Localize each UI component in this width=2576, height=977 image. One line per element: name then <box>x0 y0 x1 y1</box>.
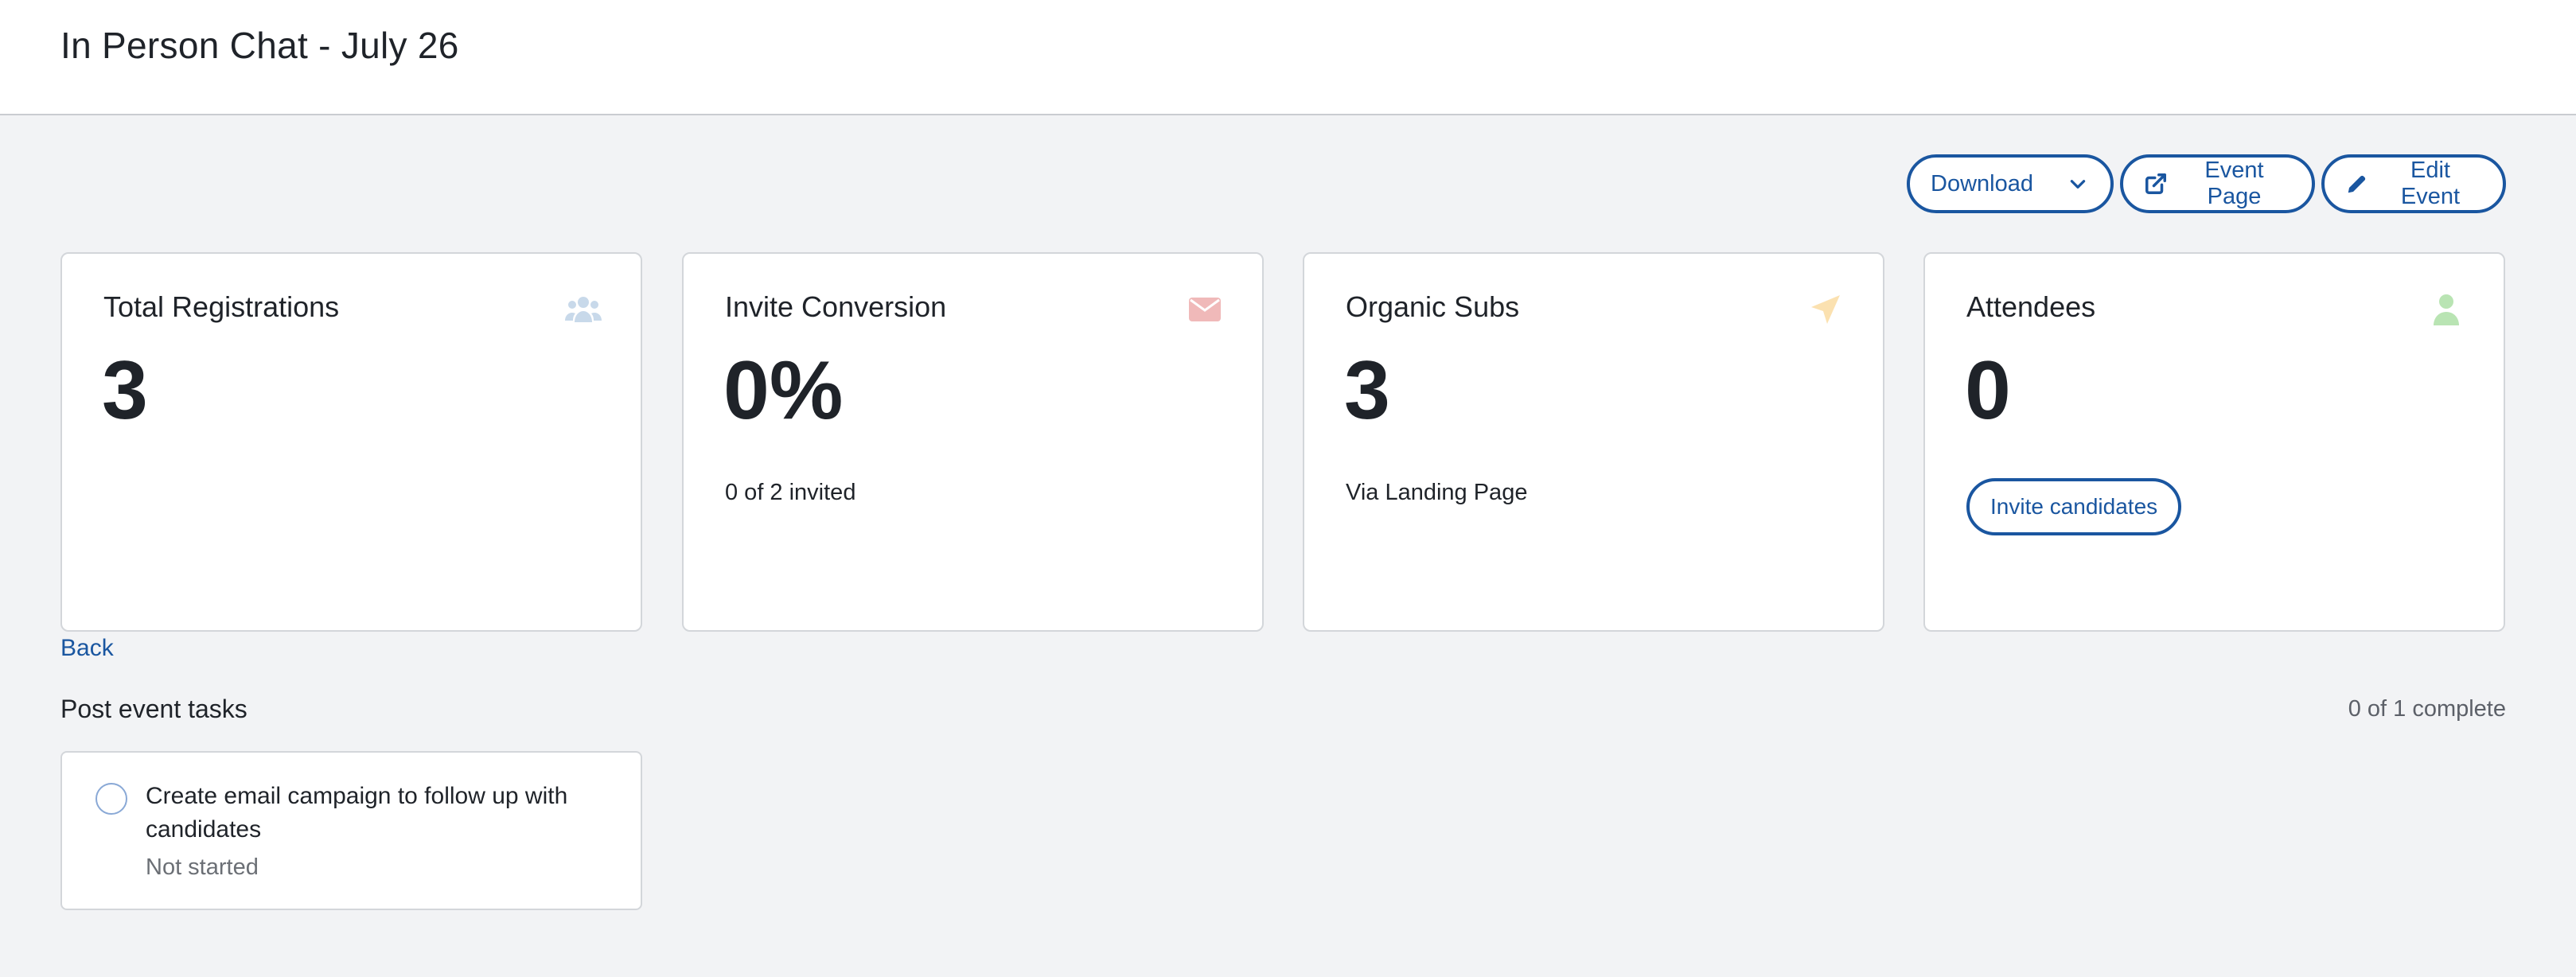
tasks-completion-count: 0 of 1 complete <box>2348 696 2506 722</box>
card-value: 0 <box>1965 344 2011 437</box>
paper-plane-icon <box>1806 290 1845 329</box>
card-value: 0% <box>723 344 844 437</box>
card-value: 3 <box>1344 344 1390 437</box>
task-complete-radio[interactable] <box>95 783 127 815</box>
edit-event-button-label: Edit Event <box>2400 158 2461 209</box>
users-icon <box>564 290 602 329</box>
organic-subs-card: Organic Subs 3 Via Landing Page <box>1303 252 1884 632</box>
invite-candidates-button[interactable]: Invite candidates <box>1966 478 2182 535</box>
edit-event-button[interactable]: Edit Event <box>2321 154 2506 213</box>
attendees-card: Attendees 0 Invite candidates <box>1923 252 2505 632</box>
event-toolbar: Download Event Page Edit Event <box>1907 154 2506 213</box>
page-title: In Person Chat - July 26 <box>60 25 459 66</box>
user-icon <box>2427 290 2465 329</box>
back-link[interactable]: Back <box>60 635 114 662</box>
card-title: Invite Conversion <box>725 290 947 323</box>
download-button-label: Download <box>1931 170 2033 197</box>
card-title: Organic Subs <box>1346 290 1520 323</box>
download-button[interactable]: Download <box>1907 154 2114 213</box>
task-title: Create email campaign to follow up with … <box>146 783 568 843</box>
tasks-heading: Post event tasks <box>60 695 247 723</box>
event-page-button[interactable]: Event Page <box>2120 154 2315 213</box>
task-status: Not started <box>146 854 259 880</box>
page-header: In Person Chat - July 26 <box>0 0 2576 115</box>
invite-conversion-card: Invite Conversion 0% 0 of 2 invited <box>682 252 1264 632</box>
card-subtitle: Via Landing Page <box>1346 480 1528 505</box>
external-link-icon <box>2144 172 2168 196</box>
envelope-icon <box>1186 290 1224 329</box>
card-subtitle: 0 of 2 invited <box>725 480 856 505</box>
chevron-down-icon <box>2067 173 2088 194</box>
card-value: 3 <box>102 344 148 437</box>
task-item: Create email campaign to follow up with … <box>60 751 642 910</box>
pencil-icon <box>2345 172 2369 196</box>
card-title: Attendees <box>1966 290 2096 323</box>
total-registrations-card: Total Registrations 3 <box>60 252 642 632</box>
event-page-button-label: Event Page <box>2204 158 2264 209</box>
card-title: Total Registrations <box>103 290 340 323</box>
